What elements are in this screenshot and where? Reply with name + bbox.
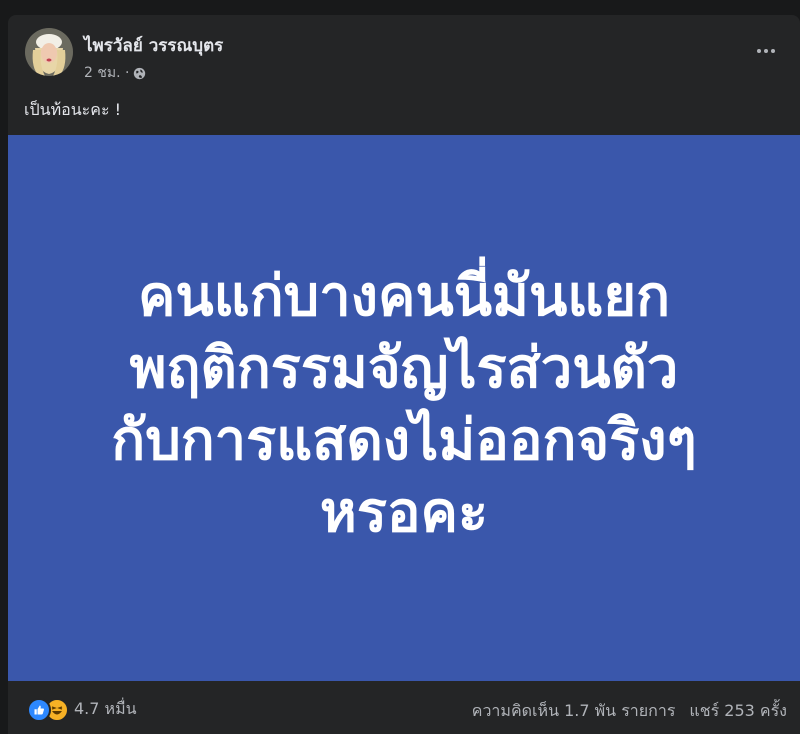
reactions-summary[interactable]: 4.7 หมื่น [27,697,137,722]
more-options-icon[interactable] [750,37,782,65]
like-icon [27,697,51,722]
post-footer: 4.7 หมื่น ความคิดเห็น 1.7 พัน รายการ แชร… [8,681,800,734]
image-text: คนแก่บางคนนี่มันแยก พฤติกรรมจัญไรส่วนตัว… [111,264,697,545]
reaction-count: 4.7 หมื่น [74,699,137,718]
author-name[interactable]: ไพรวัลย์ วรรณบุตร [84,32,223,59]
post-time[interactable]: 2 ชม. · [84,62,129,84]
post-text: เป็นท้อนะคะ ! [24,100,122,119]
post-header: ไพรวัลย์ วรรณบุตร 2 ชม. · [8,15,800,95]
globe-icon[interactable] [133,67,146,80]
shares-count[interactable]: แชร์ 253 ครั้ง [689,699,787,724]
engagement-stats: ความคิดเห็น 1.7 พัน รายการ แชร์ 253 ครั้… [472,699,787,724]
avatar[interactable] [25,28,73,76]
post-meta: 2 ชม. · [84,62,146,84]
comments-count[interactable]: ความคิดเห็น 1.7 พัน รายการ [472,699,676,724]
post-card: ไพรวัลย์ วรรณบุตร 2 ชม. · เป็นท้อนะคะ ! … [8,15,800,734]
post-image[interactable]: คนแก่บางคนนี่มันแยก พฤติกรรมจัญไรส่วนตัว… [8,135,800,681]
